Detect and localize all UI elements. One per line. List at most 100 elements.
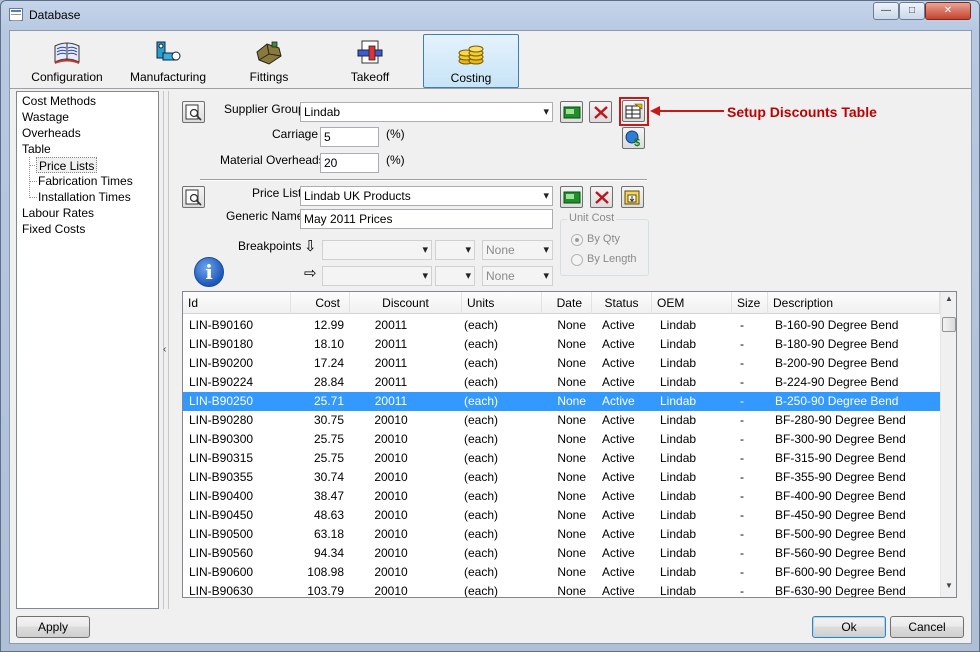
cell-date: None [557, 394, 586, 408]
close-button[interactable]: ✕ [925, 2, 971, 20]
cell-size: - [740, 413, 744, 427]
table-row[interactable]: LIN-B90160 12.99 20011 (each) None Active Lind… [183, 316, 940, 335]
breakpoint-1-mode-select: None [482, 240, 553, 260]
tab-configuration[interactable]: Configuration [24, 34, 110, 88]
cell-oem: Lindab [660, 527, 697, 541]
cell-date: None [557, 470, 586, 484]
breakpoint-right-arrow-icon[interactable]: ⇨ [304, 264, 317, 282]
tree-item-installation-times[interactable]: Installation Times [38, 189, 131, 205]
cell-id: LIN-B90400 [189, 489, 254, 503]
table-row[interactable]: LIN-B90250 25.71 20011 (each) None Active Lind… [183, 392, 940, 411]
tree-item-overheads[interactable]: Overheads [22, 125, 81, 141]
maximize-button[interactable]: □ [899, 2, 925, 20]
table-row[interactable]: LIN-B90200 17.24 20011 (each) None Active Lind… [183, 354, 940, 373]
table-row[interactable]: LIN-B90500 63.18 20010 (each) None Active Lind… [183, 525, 940, 544]
column-header-size[interactable]: Size [732, 292, 768, 314]
tree-item-price-lists[interactable]: Price Lists [36, 157, 98, 173]
cell-discount: 20011 [374, 375, 408, 389]
price-list-label: Price List [252, 186, 302, 200]
column-header-oem[interactable]: OEM [652, 292, 732, 314]
tab-manufacturing[interactable]: Manufacturing [122, 34, 214, 88]
table-row[interactable]: LIN-B90315 25.75 20010 (each) None Active Lind… [183, 449, 940, 468]
table-row[interactable]: LIN-B90400 38.47 20010 (each) None Active Lind… [183, 487, 940, 506]
collapse-arrow-icon[interactable]: ‹ [163, 344, 166, 355]
table-row[interactable]: LIN-B90630 103.79 20010 (each) None Active Lin… [183, 582, 940, 598]
cell-description: BF-450-90 Degree Bend [775, 508, 906, 522]
column-header-description[interactable]: Description [768, 292, 940, 314]
add-pricelist-button[interactable] [560, 186, 583, 208]
cell-description: BF-400-90 Degree Bend [775, 489, 906, 503]
add-supplier-button[interactable] [560, 101, 583, 123]
tab-costing[interactable]: Costing [423, 34, 519, 88]
database-window: Database — □ ✕ Configuration Manufacturi… [0, 0, 980, 652]
cell-id: LIN-B90180 [189, 337, 254, 351]
table-row[interactable]: LIN-B90450 48.63 20010 (each) None Active Lind… [183, 506, 940, 525]
cell-date: None [557, 584, 586, 598]
column-header-units[interactable]: Units [462, 292, 542, 314]
cell-discount: 20011 [374, 337, 408, 351]
cell-oem: Lindab [660, 375, 697, 389]
table-row[interactable]: LIN-B90600 108.98 20010 (each) None Active Lin… [183, 563, 940, 582]
table-row[interactable]: LIN-B90280 30.75 20010 (each) None Active Lind… [183, 411, 940, 430]
supplier-group-select[interactable]: Lindab [300, 102, 553, 122]
generic-name-input[interactable]: May 2011 Prices [300, 209, 553, 229]
cell-id: LIN-B90315 [189, 451, 254, 465]
tree-item-fabrication-times[interactable]: Fabrication Times [38, 173, 133, 189]
document-search-icon [185, 104, 202, 121]
cell-oem: Lindab [660, 565, 697, 579]
carriage-input[interactable]: 5 [320, 127, 379, 147]
cell-units: (each) [464, 451, 499, 465]
column-header-cost[interactable]: Cost [291, 292, 350, 314]
vertical-scrollbar[interactable]: ▲ ▼ [940, 292, 956, 597]
delete-icon [595, 191, 609, 204]
browse-supplier-button[interactable] [182, 101, 205, 123]
cell-discount: 20010 [374, 489, 408, 503]
browse-pricelist-button[interactable] [182, 186, 205, 208]
tree-item-table[interactable]: Table [22, 141, 51, 157]
import-pricelist-button[interactable] [621, 186, 644, 208]
by-length-radio[interactable] [571, 254, 583, 266]
tab-takeoff[interactable]: Takeoff [336, 34, 404, 88]
tab-fittings[interactable]: Fittings [234, 34, 304, 88]
books-icon [54, 42, 80, 64]
material-overheads-input[interactable]: 20 [320, 153, 379, 173]
price-list-select[interactable]: Lindab UK Products [300, 186, 553, 206]
cell-discount: 20010 [374, 451, 408, 465]
scroll-down-icon[interactable]: ▼ [941, 581, 956, 595]
scroll-up-icon[interactable]: ▲ [941, 294, 956, 308]
minimize-button[interactable]: — [873, 2, 899, 20]
tree-item-wastage[interactable]: Wastage [22, 109, 69, 125]
tree-item-fixed-costs[interactable]: Fixed Costs [22, 221, 85, 237]
tree-connector [29, 181, 37, 182]
tab-takeoff-label: Takeoff [350, 70, 390, 84]
delete-supplier-button[interactable] [589, 101, 612, 123]
currency-button[interactable]: $ [622, 127, 645, 149]
cell-id: LIN-B90160 [189, 318, 254, 332]
cancel-button[interactable]: Cancel [890, 616, 964, 638]
info-icon[interactable]: i [194, 257, 224, 287]
table-row[interactable]: LIN-B90355 30.74 20010 (each) None Active Lind… [183, 468, 940, 487]
apply-button[interactable]: Apply [16, 616, 90, 638]
cell-cost: 103.79 [307, 584, 344, 598]
table-row[interactable]: LIN-B90224 28.84 20011 (each) None Active Lind… [183, 373, 940, 392]
material-overheads-label: Material Overheads [220, 153, 325, 167]
table-row[interactable]: LIN-B90180 18.10 20011 (each) None Active Lind… [183, 335, 940, 354]
cell-status: Active [602, 413, 635, 427]
ok-button[interactable]: Ok [812, 616, 886, 638]
table-row[interactable]: LIN-B90560 94.34 20010 (each) None Active Lind… [183, 544, 940, 563]
panel-splitter[interactable]: ‹ [161, 91, 171, 609]
section-divider [200, 179, 647, 181]
by-qty-radio[interactable] [571, 234, 583, 246]
cell-status: Active [602, 375, 635, 389]
column-header-discount[interactable]: Discount [350, 292, 462, 314]
column-header-status[interactable]: Status [592, 292, 652, 314]
column-header-id[interactable]: Id [183, 292, 291, 314]
tree-item-labour-rates[interactable]: Labour Rates [22, 205, 94, 221]
cell-description: B-200-90 Degree Bend [775, 356, 899, 370]
breakpoint-down-arrow-icon[interactable]: ⇩ [304, 237, 317, 255]
tree-item-cost-methods[interactable]: Cost Methods [22, 93, 96, 109]
delete-pricelist-button[interactable] [590, 186, 613, 208]
column-header-date[interactable]: Date [542, 292, 592, 314]
table-row[interactable]: LIN-B90300 25.75 20010 (each) None Active Lind… [183, 430, 940, 449]
scroll-thumb[interactable] [942, 317, 956, 332]
